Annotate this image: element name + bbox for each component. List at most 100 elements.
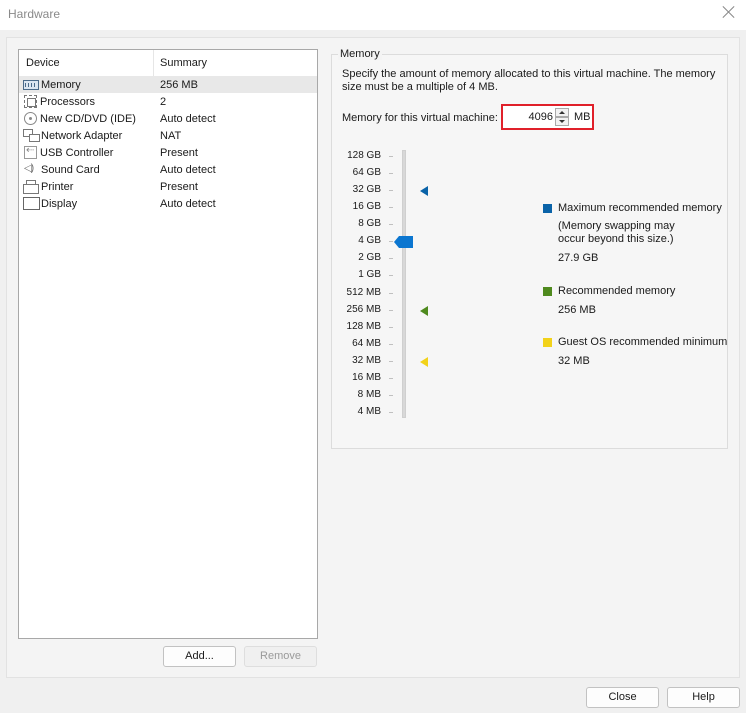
slider-tick-mark (389, 412, 393, 414)
legend-color-swatch (543, 338, 552, 347)
title-bar: Hardware (0, 0, 746, 30)
sound-card-icon (23, 163, 39, 177)
slider-tick-label: 256 MB (346, 303, 381, 315)
remove-device-button[interactable]: Remove (244, 646, 317, 667)
device-row-usb-controller[interactable]: USB Controller Present (19, 144, 317, 161)
device-row-sound-card[interactable]: Sound Card Auto detect (19, 161, 317, 178)
device-name: Processors (40, 95, 96, 108)
device-name-cell: USB Controller (19, 145, 154, 159)
cd-dvd-icon (24, 112, 37, 125)
slider-tick-label: 1 GB (358, 269, 381, 281)
memory-spinner (555, 108, 569, 126)
device-name-cell: Memory (19, 79, 154, 91)
legend-title: Maximum recommended memory (558, 202, 722, 214)
device-summary: Auto detect (160, 163, 216, 176)
slider-tick-mark (389, 207, 393, 209)
device-list[interactable]: Device Summary Memory 256 MB Processors 2 Ne… (18, 49, 318, 639)
slider-tick-mark (389, 241, 393, 243)
legend-color-swatch (543, 287, 552, 296)
slider-tick-label: 16 GB (352, 201, 381, 213)
device-row-memory[interactable]: Memory 256 MB (19, 76, 317, 93)
memory-slider-thumb[interactable] (394, 236, 413, 249)
device-row-network-adapter[interactable]: Network Adapter NAT (19, 127, 317, 144)
slider-tick-label: 32 MB (352, 354, 381, 366)
slider-tick-label: 128 GB (347, 150, 381, 161)
device-summary: NAT (160, 129, 182, 142)
memory-group-title: Memory (338, 48, 382, 60)
legend-value: 256 MB (558, 304, 596, 316)
device-summary: Present (160, 146, 198, 159)
device-summary: 2 (160, 95, 167, 108)
slider-tick-label: 2 GB (358, 252, 381, 264)
device-summary: Present (160, 180, 198, 193)
device-row-processors[interactable]: Processors 2 (19, 93, 317, 110)
device-name: Network Adapter (41, 129, 123, 142)
slider-thumb-body (399, 236, 413, 249)
device-name-cell: Processors (19, 95, 154, 108)
device-summary: Auto detect (160, 197, 216, 210)
device-name-cell: Display (19, 196, 154, 211)
memory-input-highlight: MB (501, 104, 594, 130)
slider-tick-mark (389, 156, 393, 157)
device-name-cell: New CD/DVD (IDE) (19, 112, 154, 125)
window-title: Hardware (8, 7, 61, 21)
slider-tick-label: 64 GB (352, 167, 381, 179)
slider-tick-label: 16 MB (352, 371, 381, 383)
memory-icon (23, 79, 39, 90)
device-summary: 256 MB (160, 78, 198, 91)
slider-tick-label: 8 GB (358, 218, 381, 230)
maximum-recommended-marker (420, 186, 428, 197)
memory-unit-label: MB (574, 111, 591, 123)
spin-down-button[interactable] (555, 117, 569, 126)
device-name: New CD/DVD (IDE) (40, 112, 136, 125)
memory-description: Specify the amount of memory allocated t… (342, 68, 716, 93)
processor-icon (24, 95, 37, 108)
usb-icon (24, 145, 37, 159)
slider-tick-mark (389, 343, 393, 345)
close-icon[interactable] (722, 5, 736, 19)
slider-tick-mark (389, 173, 393, 175)
device-row-display[interactable]: Display Auto detect (19, 195, 317, 212)
slider-tick-mark (389, 394, 393, 396)
legend-title: Guest OS recommended minimum (558, 336, 728, 348)
add-device-button[interactable]: Add... (163, 646, 236, 667)
close-button[interactable]: Close (586, 687, 659, 708)
slider-tick-mark (389, 275, 393, 277)
column-header-device[interactable]: Device (19, 50, 154, 76)
device-name: Display (41, 197, 78, 210)
slider-tick-label: 8 MB (357, 388, 381, 400)
device-name-cell: Sound Card (19, 163, 154, 177)
slider-tick-label: 4 GB (358, 235, 381, 247)
recommended-marker (420, 305, 428, 316)
device-row-new-cd-dvd-ide[interactable]: New CD/DVD (IDE) Auto detect (19, 110, 317, 127)
device-name-cell: Network Adapter (19, 128, 154, 143)
slider-tick-mark (389, 292, 393, 294)
slider-tick-mark (389, 360, 393, 362)
printer-icon (23, 179, 39, 194)
device-name: USB Controller (40, 146, 114, 159)
slider-tick-label: 4 MB (357, 406, 381, 418)
memory-slider-track[interactable] (402, 150, 406, 418)
slider-tick-label: 64 MB (352, 337, 381, 349)
spin-up-button[interactable] (555, 108, 569, 117)
slider-tick-mark (389, 258, 393, 260)
slider-tick-label: 512 MB (346, 286, 381, 298)
slider-tick-mark (389, 309, 393, 311)
slider-tick-label: 32 GB (352, 184, 381, 196)
slider-tick-mark (389, 224, 393, 226)
column-header-summary[interactable]: Summary (154, 50, 207, 76)
legend-note: (Memory swapping may occur beyond this s… (558, 220, 675, 245)
device-row-printer[interactable]: Printer Present (19, 178, 317, 195)
memory-size-input[interactable] (505, 109, 553, 125)
device-name-cell: Printer (19, 179, 154, 194)
slider-tick-label: 128 MB (346, 320, 381, 332)
device-summary: Auto detect (160, 112, 216, 125)
device-list-header: Device Summary (19, 50, 317, 76)
legend-title: Recommended memory (558, 285, 676, 297)
device-name: Memory (41, 78, 81, 91)
slider-tick-mark (389, 190, 393, 192)
memory-field-label: Memory for this virtual machine: (342, 112, 498, 124)
help-button[interactable]: Help (667, 687, 740, 708)
legend-value: 27.9 GB (558, 252, 599, 264)
display-icon (23, 196, 40, 211)
